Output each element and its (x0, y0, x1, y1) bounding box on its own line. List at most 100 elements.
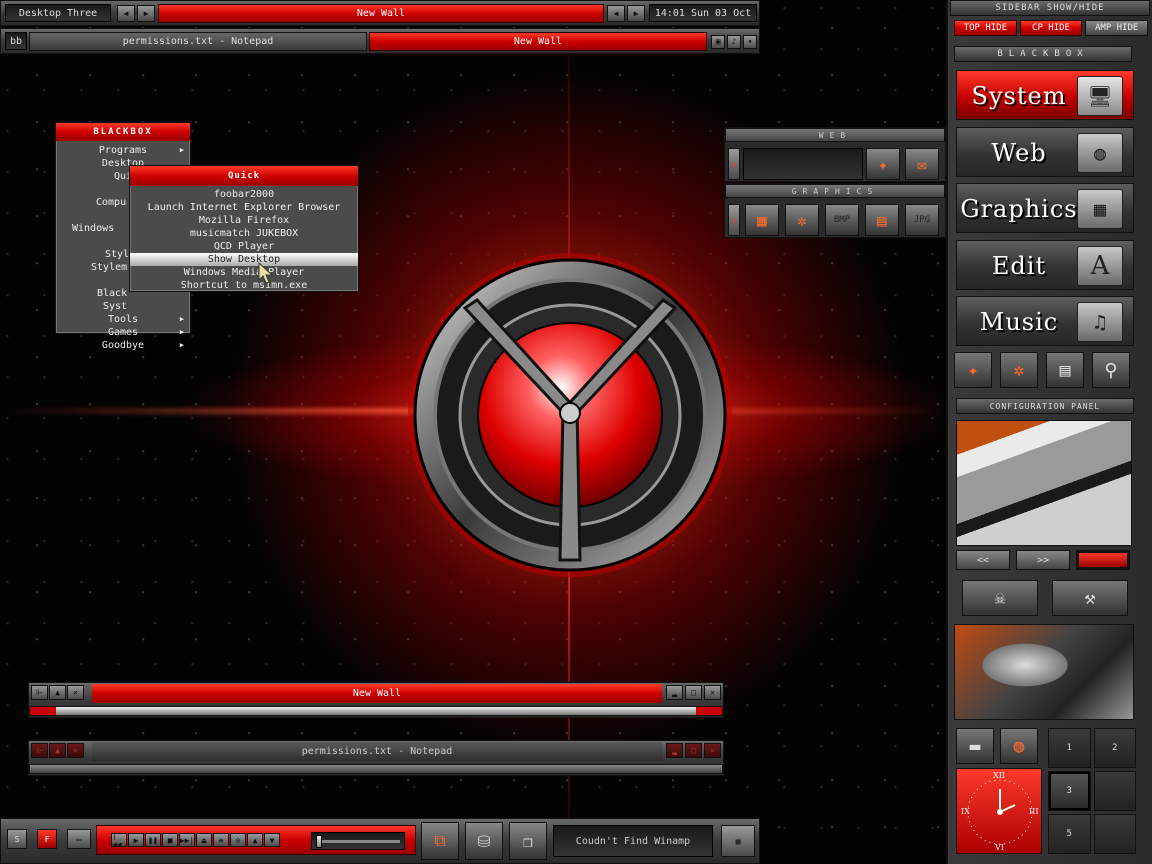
prev-window-button[interactable]: ◀ (607, 5, 625, 22)
shuffle-icon[interactable]: ⊙ (230, 833, 246, 847)
pager-workspace-3[interactable]: 3 (1048, 771, 1091, 811)
next-window-button[interactable]: ▶ (627, 5, 645, 22)
search-icon[interactable]: ⚲ (1092, 352, 1130, 388)
cp-hide-button[interactable]: CP HIDE (1019, 20, 1083, 36)
window-handle[interactable] (29, 706, 723, 716)
amp-hide-button[interactable]: AMP HIDE (1085, 20, 1149, 36)
tray-icons[interactable]: ▦ (721, 825, 755, 857)
close-icon[interactable]: ✕ (704, 743, 721, 758)
browser-icon[interactable]: ✦ (954, 352, 992, 388)
prev-wallpaper-button[interactable]: << (956, 550, 1010, 570)
window-pin-icon[interactable]: ✕ (67, 685, 84, 700)
tray-volume-icon[interactable]: ♪ (727, 34, 741, 49)
blackbox-logo (408, 253, 732, 577)
menu-item-foobar2000[interactable]: foobar2000 (130, 188, 358, 201)
pager-workspace-2[interactable]: 2 (1093, 728, 1136, 768)
resize-grip-left[interactable] (30, 707, 56, 715)
globe-icon[interactable]: ◍ (1000, 728, 1038, 764)
playlist-icon[interactable]: ≡ (213, 833, 229, 847)
menu-item-musicmatch[interactable]: musicmatch JUKEBOX (130, 227, 358, 240)
image-folder-icon[interactable]: ▦ (745, 204, 779, 236)
apply-wallpaper-button[interactable] (1076, 550, 1130, 570)
menu-item-tools[interactable]: Tools ▶ (56, 313, 190, 326)
pager-workspace-6[interactable] (1093, 814, 1136, 854)
maximize-icon[interactable]: □ (685, 685, 702, 700)
pager-workspace-4[interactable] (1093, 771, 1136, 811)
workspace-label[interactable]: Desktop Three (5, 4, 111, 22)
sidebar-item-web[interactable]: Web ◍ (956, 127, 1134, 177)
start-button[interactable]: bb (5, 32, 27, 50)
window-title[interactable]: permissions.txt - Notepad (92, 742, 662, 761)
play-icon[interactable]: ▶ (128, 833, 144, 847)
skull-folder-icon[interactable]: ☠ (962, 580, 1038, 616)
focus-button[interactable]: F (37, 829, 57, 849)
tools-folder-icon[interactable]: ⚒ (1052, 580, 1128, 616)
close-icon[interactable]: ✕ (704, 685, 721, 700)
folder-icon[interactable]: ▬ (956, 728, 994, 764)
window-menu-icon[interactable]: ⊩ (31, 743, 48, 758)
web-panel-arrow[interactable]: ❯ (728, 148, 740, 180)
window-menu-icon[interactable]: ⊩ (31, 685, 48, 700)
minimize-icon[interactable]: ▂ (666, 685, 683, 700)
seek-slider[interactable] (311, 832, 405, 850)
bmp-folder-icon[interactable]: BMP (825, 204, 859, 236)
files-icon[interactable]: ❐ (509, 822, 547, 860)
seek-slider-thumb[interactable] (316, 835, 322, 848)
window-title[interactable]: New Wall (92, 684, 662, 703)
sidebar-show-hide[interactable]: SIDEBAR SHOW/HIDE (950, 0, 1150, 16)
next-track-icon[interactable]: ▶▶| (179, 833, 195, 847)
volume-up-icon[interactable]: ▲ (247, 833, 263, 847)
menu-item-internet-explorer[interactable]: Launch Internet Explorer Browser (130, 201, 358, 214)
next-wallpaper-button[interactable]: >> (1016, 550, 1070, 570)
sidebar-item-edit[interactable]: Edit A (956, 240, 1134, 290)
tray-network-icon[interactable]: ▣ (711, 34, 725, 49)
menu-item-goodbye[interactable]: Goodbye ▶ (56, 339, 190, 352)
clock-label: 14:01 Sun 03 Oct (649, 4, 757, 22)
menu-item-show-desktop[interactable]: Show Desktop (130, 253, 358, 266)
sidebar-item-system[interactable]: System 🖥 (956, 70, 1134, 120)
settings-icon[interactable]: ✲ (1000, 352, 1038, 388)
tray-app-icon[interactable]: ▾ (743, 34, 757, 49)
menu-item-programs[interactable]: Programs ▶ (56, 144, 190, 157)
graphics-panel-arrow[interactable]: ❯ (728, 204, 740, 236)
stop-icon[interactable]: ■ (162, 833, 178, 847)
minimize-icon[interactable]: ▂ (666, 743, 683, 758)
pager-workspace-5[interactable]: 5 (1048, 814, 1091, 854)
rewind-icon[interactable]: |◀◀ (111, 831, 127, 849)
window-shade-icon[interactable]: ▲ (49, 685, 66, 700)
top-hide-button[interactable]: TOP HIDE (954, 20, 1017, 36)
mail-icon[interactable]: ✉ (905, 148, 939, 180)
maximize-icon[interactable]: □ (685, 743, 702, 758)
web-address-input[interactable] (743, 148, 863, 180)
menu-item-firefox[interactable]: Mozilla Firefox (130, 214, 358, 227)
pause-icon[interactable]: ❚❚ (145, 833, 161, 847)
task-button-notepad[interactable]: permissions.txt - Notepad (29, 32, 367, 51)
film-folder-icon[interactable]: ▤ (865, 204, 899, 236)
menu-item-games[interactable]: Games ▶ (56, 326, 190, 339)
menu-item-windows-media-player[interactable]: Windows Media Player (130, 266, 358, 279)
window-pin-icon[interactable]: ✕ (67, 743, 84, 758)
menu-item-system[interactable]: Syst (56, 300, 190, 313)
eject-icon[interactable]: ⏏ (196, 833, 212, 847)
pager-workspace-1[interactable]: 1 (1048, 728, 1091, 768)
resize-grip-right[interactable] (696, 707, 722, 715)
window-shade-icon[interactable]: ▲ (49, 743, 66, 758)
volume-down-icon[interactable]: ▼ (264, 833, 280, 847)
documents-icon[interactable]: ⧉ (421, 822, 459, 860)
slit-button[interactable]: S (7, 829, 27, 849)
task-button-new-wall[interactable]: New Wall (369, 32, 707, 51)
tools-folder-icon[interactable]: ✲ (785, 204, 819, 236)
window-title-label[interactable]: New Wall (158, 4, 604, 23)
next-workspace-button[interactable]: ▶ (137, 5, 155, 22)
media-icon[interactable]: ▤ (1046, 352, 1084, 388)
browser-icon[interactable]: ✦ (866, 148, 900, 180)
prev-workspace-button[interactable]: ◀ (117, 5, 135, 22)
drive-icon[interactable]: ⛁ (465, 822, 503, 860)
menu-item-msimn[interactable]: Shortcut to msimn.exe (130, 279, 358, 292)
display-icon[interactable]: ▭ (67, 829, 91, 849)
menu-item-qcd-player[interactable]: QCD Player (130, 240, 358, 253)
sidebar-item-music[interactable]: Music ♫ (956, 296, 1134, 346)
window-handle[interactable] (29, 764, 723, 774)
sidebar-item-graphics[interactable]: Graphics ▦ (956, 183, 1134, 233)
jpg-folder-icon[interactable]: JPG (905, 204, 939, 236)
